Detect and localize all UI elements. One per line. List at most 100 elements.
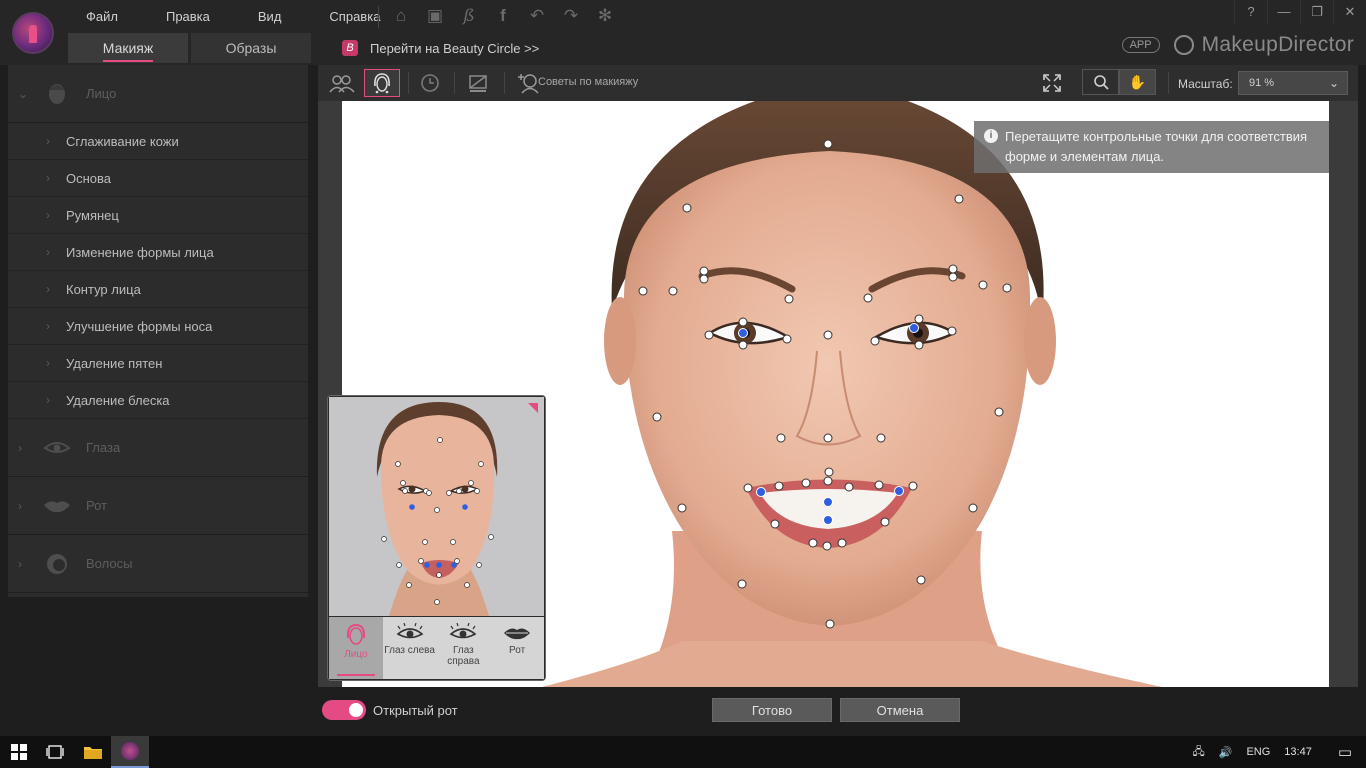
preview-tab-right-eye[interactable]: Глаз справа <box>437 617 491 679</box>
open-mouth-toggle[interactable] <box>322 700 366 720</box>
facebook-icon[interactable]: f <box>492 6 514 26</box>
divider <box>504 72 505 94</box>
quick-toolbar: ⌂ ▣ ß f ↶ ↷ ✻ <box>390 6 616 26</box>
file-explorer-icon[interactable] <box>74 736 112 768</box>
app-logo <box>12 12 54 54</box>
beauty-circle-icon: B <box>342 40 358 56</box>
beauty-circle-link[interactable]: B Перейти на Beauty Circle >> <box>342 40 539 56</box>
chevron-right-icon: › <box>46 356 50 370</box>
tab-makeup[interactable]: Макияж <box>68 33 188 63</box>
menu-help[interactable]: Справка <box>329 9 380 24</box>
undo-icon[interactable]: ↶ <box>526 6 548 26</box>
chevron-down-icon: ⌄ <box>1328 76 1339 90</box>
preview-face-image <box>329 397 544 616</box>
preview-feature-tabs: Лицо Глаз слева Глаз справа Рот <box>329 617 544 679</box>
pan-hand-icon[interactable]: ✋ <box>1119 69 1156 95</box>
zoom-tool-icon[interactable] <box>1082 69 1119 95</box>
menu-file[interactable]: Файл <box>86 9 118 24</box>
notifications-icon[interactable]: ▭ <box>1338 743 1352 761</box>
title-bar: Файл Правка Вид Справка ⌂ ▣ ß f ↶ ↷ ✻ ? … <box>0 0 1366 65</box>
face-icon <box>49 83 65 104</box>
sidebar-item-label: Румянец <box>66 207 119 223</box>
section-mouth-label: Рот <box>86 498 107 513</box>
compare-faces-icon[interactable] <box>324 69 360 97</box>
divider <box>408 72 409 94</box>
section-hair-label: Волосы <box>86 556 133 571</box>
language-indicator[interactable]: ENG <box>1246 746 1270 758</box>
hint-tooltip: i Перетащите контрольные точки для соотв… <box>974 121 1329 173</box>
section-face-label: Лицо <box>86 86 117 101</box>
sidebar-item-label: Сглаживание кожи <box>66 133 179 149</box>
chevron-right-icon: › <box>18 498 22 513</box>
scale-value: 91 % <box>1249 77 1275 89</box>
section-eyes[interactable]: › Глаза <box>8 419 308 477</box>
app-badge[interactable]: APP <box>1121 37 1160 53</box>
makeup-tips-label[interactable]: Советы по макияжу <box>538 76 638 88</box>
chevron-down-icon: ⌄ <box>18 86 29 101</box>
history-icon[interactable] <box>412 69 448 97</box>
preview-tab-mouth[interactable]: Рот <box>490 617 544 679</box>
sidebar-item-nose-enhance[interactable]: › Улучшение формы носа <box>8 308 308 345</box>
clock[interactable]: 13:47 <box>1284 746 1312 758</box>
help-button[interactable]: ? <box>1234 0 1267 24</box>
sidebar-item-label: Контур лица <box>66 281 141 297</box>
minimize-button[interactable]: — <box>1267 0 1300 24</box>
chevron-right-icon: › <box>46 171 50 185</box>
sidebar-item-face-contour[interactable]: › Контур лица <box>8 271 308 308</box>
chevron-right-icon: › <box>46 282 50 296</box>
task-view-icon[interactable] <box>36 736 74 768</box>
collapse-preview-icon[interactable] <box>528 403 538 413</box>
preview-tab-left-eye[interactable]: Глаз слева <box>383 617 437 679</box>
info-icon: i <box>984 129 998 143</box>
hair-icon <box>47 553 67 574</box>
volume-icon[interactable]: 🔊 <box>1219 746 1233 759</box>
bottom-action-bar: Открытый рот Готово Отмена <box>318 692 1358 728</box>
user-icon[interactable] <box>1173 35 1194 55</box>
redo-icon[interactable]: ↷ <box>560 6 582 26</box>
beauty-circle-icon[interactable]: ß <box>458 6 480 26</box>
toggle-knob <box>349 703 363 717</box>
done-button[interactable]: Готово <box>712 698 832 722</box>
face-icon <box>346 623 365 645</box>
makeup-sidebar: ⌄ Лицо › Сглаживание кожи › Основа › Румяне… <box>8 65 308 597</box>
menu-view[interactable]: Вид <box>258 9 282 24</box>
fit-screen-icon[interactable] <box>1034 69 1070 97</box>
menu-edit[interactable]: Правка <box>166 9 210 24</box>
face-points-icon[interactable] <box>364 69 400 97</box>
system-tray: 🖧 🔊 ENG 13:47 ▭ <box>1192 736 1366 768</box>
cancel-button[interactable]: Отмена <box>840 698 960 722</box>
section-hair[interactable]: › Волосы <box>8 535 308 593</box>
close-button[interactable]: ✕ <box>1333 0 1366 24</box>
makeupdirector-taskbar-icon[interactable] <box>111 736 149 768</box>
section-face[interactable]: ⌄ Лицо <box>8 65 308 123</box>
settings-icon[interactable]: ✻ <box>594 6 616 26</box>
section-mouth[interactable]: › Рот <box>8 477 308 535</box>
chevron-right-icon: › <box>18 556 22 571</box>
preview-tab-label: Лицо <box>344 649 368 660</box>
tab-looks-label: Образы <box>225 40 277 56</box>
chevron-right-icon: › <box>46 319 50 333</box>
preview-tab-face[interactable]: Лицо <box>329 617 383 679</box>
save-icon[interactable]: ▣ <box>424 6 446 26</box>
view-tool-group: ✋ <box>1082 69 1156 95</box>
preview-tab-label: Глаз справа <box>447 645 480 667</box>
split-view-icon[interactable] <box>460 69 496 97</box>
maximize-button[interactable]: ❐ <box>1300 0 1333 24</box>
sidebar-item-blush[interactable]: › Румянец <box>8 197 308 234</box>
sidebar-item-blemish-removal[interactable]: › Удаление пятен <box>8 345 308 382</box>
sidebar-item-skin-smoothing[interactable]: › Сглаживание кожи <box>8 123 308 160</box>
network-icon[interactable]: 🖧 <box>1192 743 1204 762</box>
sidebar-item-shine-removal[interactable]: › Удаление блеска <box>8 382 308 419</box>
hint-text: Перетащите контрольные точки для соответ… <box>1005 129 1308 164</box>
tab-makeup-label: Макияж <box>102 40 154 62</box>
tab-looks[interactable]: Образы <box>191 33 311 63</box>
home-icon[interactable]: ⌂ <box>390 6 412 26</box>
lips-icon <box>44 500 70 512</box>
section-eyes-label: Глаза <box>86 440 121 455</box>
lips-icon <box>504 628 531 640</box>
preview-thumbnail[interactable] <box>329 397 544 616</box>
sidebar-item-foundation[interactable]: › Основа <box>8 160 308 197</box>
sidebar-item-face-reshape[interactable]: › Изменение формы лица <box>8 234 308 271</box>
scale-select[interactable]: 91 % ⌄ <box>1238 71 1348 95</box>
windows-start-icon[interactable] <box>0 736 38 768</box>
